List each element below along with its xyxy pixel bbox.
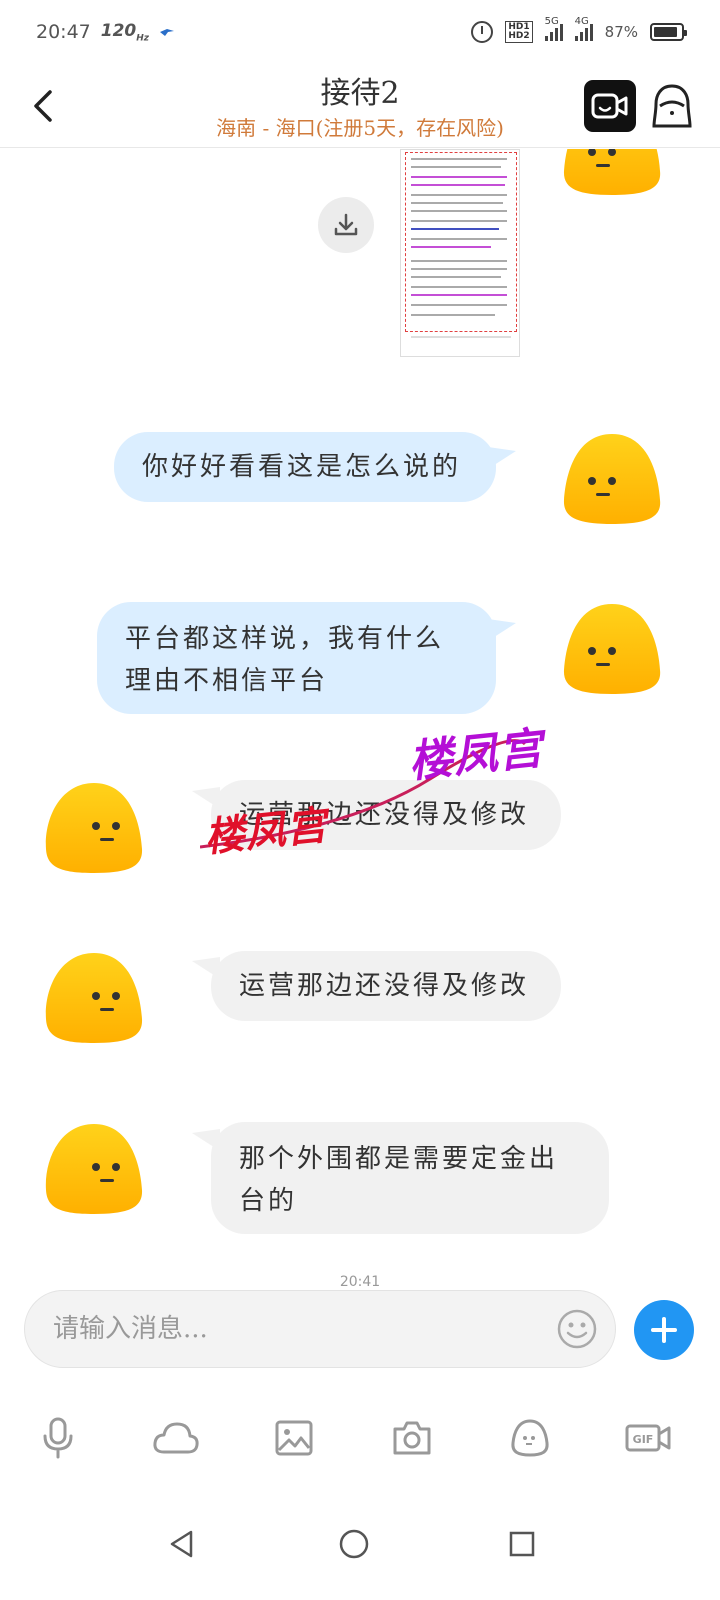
input-row xyxy=(0,1290,720,1380)
thumb-line xyxy=(411,202,503,204)
thumb-line xyxy=(411,336,511,338)
camera-icon xyxy=(393,1421,431,1455)
status-left: 20:47 120Hz xyxy=(36,21,175,43)
microphone-icon xyxy=(43,1417,73,1459)
image-button[interactable] xyxy=(262,1408,326,1468)
signal-4g-icon: 4G xyxy=(574,16,593,41)
cloud-button[interactable] xyxy=(144,1408,208,1468)
plus-icon xyxy=(651,1317,677,1343)
chat-header: 接待2 海南 - 海口(注册5天，存在风险) xyxy=(0,64,720,148)
message-bubble-contact[interactable]: 运营那边还没得及修改 xyxy=(211,951,561,1021)
refresh-rate-value: 120 xyxy=(100,20,137,41)
battery-fill xyxy=(654,27,677,37)
microphone-button[interactable] xyxy=(26,1408,90,1468)
signal-5g-icon: 5G xyxy=(544,16,563,41)
sticker-button[interactable] xyxy=(498,1408,562,1468)
image-message[interactable] xyxy=(400,149,520,357)
thumb-line xyxy=(411,276,501,278)
thumb-line xyxy=(411,194,507,196)
status-bar: 20:47 120Hz HD1 HD2 5G 4G 87% xyxy=(0,0,720,64)
bubble-tail xyxy=(488,619,516,641)
video-call-button[interactable] xyxy=(584,80,636,132)
chat-screen: 20:47 120Hz HD1 HD2 5G 4G 87% 接待2 海南 - 海口… xyxy=(0,0,720,1600)
thumb-line xyxy=(411,176,507,178)
signal-5g-label: 5G xyxy=(544,16,559,27)
message-bubble-self[interactable]: 平台都这样说，我有什么理由不相信平台 xyxy=(97,602,496,714)
nav-back-icon xyxy=(170,1530,193,1558)
thumb-line xyxy=(411,158,507,160)
refresh-rate: 120Hz xyxy=(101,21,149,43)
download-icon xyxy=(334,213,358,236)
thumb-line xyxy=(411,246,491,248)
cloud-icon xyxy=(153,1422,199,1454)
alarm-icon xyxy=(471,21,494,43)
message-timestamp: 20:41 xyxy=(339,1274,381,1290)
thumb-line xyxy=(411,166,501,168)
battery-percent: 87% xyxy=(604,23,638,41)
download-button[interactable] xyxy=(318,197,374,253)
message-input[interactable] xyxy=(24,1290,616,1368)
thumb-line xyxy=(411,314,495,316)
bubble-tail xyxy=(488,447,516,469)
message-bubble-contact[interactable]: 那个外围都是需要定金出台的 xyxy=(211,1122,609,1234)
input-toolbar: GIF xyxy=(0,1408,720,1478)
image-icon xyxy=(275,1420,313,1456)
self-avatar[interactable] xyxy=(558,149,666,201)
battery-icon xyxy=(650,23,687,41)
contact-avatar[interactable] xyxy=(40,1120,148,1220)
thumb-line xyxy=(411,238,507,240)
notification-bird-icon xyxy=(160,28,175,36)
thumb-line xyxy=(411,228,499,230)
self-avatar[interactable] xyxy=(558,430,666,530)
message-bubble-self[interactable]: 你好好看看这是怎么说的 xyxy=(114,432,496,502)
message-list[interactable]: 你好好看看这是怎么说的 平台都这样说，我有什么理由不相信平台 运营那边还没得及修… xyxy=(0,149,720,1301)
nav-recents-icon xyxy=(509,1531,535,1557)
emoji-icon[interactable] xyxy=(556,1308,598,1350)
sticker-icon xyxy=(511,1419,549,1457)
nav-home-icon xyxy=(339,1529,369,1559)
nav-home-button[interactable] xyxy=(332,1522,376,1566)
thumb-line xyxy=(411,304,507,306)
gif-button[interactable]: GIF xyxy=(616,1408,680,1468)
camera-button[interactable] xyxy=(380,1408,444,1468)
thumb-line xyxy=(411,184,505,186)
hd-icon: HD1 HD2 xyxy=(505,21,533,43)
profile-icon[interactable] xyxy=(650,82,694,130)
thumb-line xyxy=(411,210,507,212)
thumb-line xyxy=(411,260,507,262)
system-nav-bar xyxy=(0,1500,720,1600)
gif-label: GIF xyxy=(633,1433,654,1446)
contact-avatar[interactable] xyxy=(40,949,148,1049)
thumb-line xyxy=(411,268,507,270)
signal-4g-label: 4G xyxy=(574,16,589,27)
watermark-text: 楼凤宫 xyxy=(202,802,330,862)
thumb-line xyxy=(411,220,507,222)
nav-recents-button[interactable] xyxy=(500,1522,544,1566)
nav-back-button[interactable] xyxy=(160,1522,204,1566)
thumb-line xyxy=(411,294,507,296)
refresh-rate-unit: Hz xyxy=(136,33,150,44)
status-time: 20:47 xyxy=(36,20,91,43)
self-avatar[interactable] xyxy=(558,600,666,700)
contact-avatar[interactable] xyxy=(40,779,148,879)
gif-icon: GIF xyxy=(625,1424,671,1452)
thumb-line xyxy=(411,286,507,288)
plus-button[interactable] xyxy=(634,1300,694,1360)
status-right: HD1 HD2 5G 4G 87% xyxy=(471,16,687,43)
video-camera-icon xyxy=(591,93,628,119)
